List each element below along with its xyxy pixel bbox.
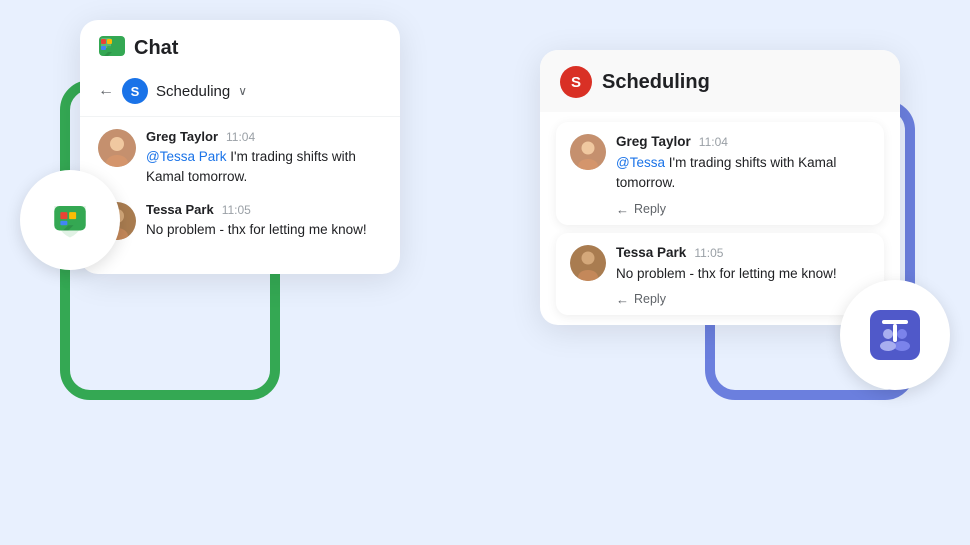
right-msg-1-reply-btn[interactable]: ← Reply bbox=[616, 202, 870, 217]
left-msg-1-mention: @Tessa Park bbox=[146, 149, 226, 164]
right-msg-2-meta: Tessa Park 11:05 bbox=[616, 245, 870, 260]
left-msg-2-content: Tessa Park 11:05 No problem - thx for le… bbox=[146, 202, 367, 240]
left-message-1: Greg Taylor 11:04 @Tessa Park I'm tradin… bbox=[98, 129, 382, 188]
channel-name: Scheduling bbox=[156, 83, 230, 100]
left-msg-1-content: Greg Taylor 11:04 @Tessa Park I'm tradin… bbox=[146, 129, 382, 188]
left-msg-2-text: No problem - thx for letting me know! bbox=[146, 220, 367, 240]
gchat-icon-circle bbox=[20, 170, 120, 270]
right-card-header: S Scheduling bbox=[540, 50, 900, 112]
right-msg-1-meta: Greg Taylor 11:04 bbox=[616, 134, 870, 149]
reply-label-2: Reply bbox=[634, 292, 666, 306]
right-msg-2-time: 11:05 bbox=[694, 246, 723, 260]
left-card-header: Chat bbox=[80, 20, 400, 72]
left-msg-1-meta: Greg Taylor 11:04 bbox=[146, 129, 382, 144]
right-msg-1-text: @Tessa I'm trading shifts with Kamal tom… bbox=[616, 153, 870, 194]
right-msg-1-sender: Greg Taylor bbox=[616, 134, 691, 149]
back-arrow-icon[interactable]: ← bbox=[98, 82, 114, 100]
right-msg-card-2: Tessa Park 11:05 No problem - thx for le… bbox=[556, 233, 884, 315]
right-msg-1-time: 11:04 bbox=[699, 135, 728, 149]
left-msg-1-sender: Greg Taylor bbox=[146, 129, 218, 144]
right-teams-card: S Scheduling Greg Taylor 11:04 bbox=[540, 50, 900, 325]
right-msg-card-1: Greg Taylor 11:04 @Tessa I'm trading shi… bbox=[556, 122, 884, 225]
left-message-2: Tessa Park 11:05 No problem - thx for le… bbox=[98, 202, 382, 240]
left-msg-2-sender: Tessa Park bbox=[146, 202, 214, 217]
left-msg-2-meta: Tessa Park 11:05 bbox=[146, 202, 367, 217]
left-card-title: Chat bbox=[134, 37, 178, 60]
channel-avatar: S bbox=[122, 78, 148, 104]
left-card-subheader: ← S Scheduling ∨ bbox=[80, 72, 400, 117]
reply-icon-2: ← bbox=[616, 292, 629, 307]
right-msg-2-sender: Tessa Park bbox=[616, 245, 686, 260]
right-msg-1-mention: @Tessa bbox=[616, 155, 665, 170]
teams-channel-avatar: S bbox=[560, 66, 592, 98]
right-card-title: Scheduling bbox=[602, 71, 710, 94]
left-chat-card: Chat ← S Scheduling ∨ Greg Taylor 11:04 bbox=[80, 20, 400, 274]
left-msg-1-text: @Tessa Park I'm trading shifts with Kama… bbox=[146, 147, 382, 188]
reply-icon-1: ← bbox=[616, 202, 629, 217]
greg-taylor-avatar bbox=[98, 129, 136, 167]
right-message-area: Greg Taylor 11:04 @Tessa I'm trading shi… bbox=[540, 112, 900, 325]
teams-logo-icon bbox=[866, 306, 924, 364]
left-msg-2-time: 11:05 bbox=[222, 203, 251, 217]
dropdown-icon[interactable]: ∨ bbox=[238, 84, 247, 98]
gchat-small-logo-icon bbox=[98, 34, 126, 62]
right-msg-2-text: No problem - thx for letting me know! bbox=[616, 264, 870, 284]
gchat-logo-icon bbox=[49, 199, 91, 241]
tessa-park-avatar-right bbox=[570, 245, 606, 281]
left-message-area: Greg Taylor 11:04 @Tessa Park I'm tradin… bbox=[80, 117, 400, 240]
teams-icon-circle bbox=[840, 280, 950, 390]
left-msg-1-time: 11:04 bbox=[226, 130, 255, 144]
right-msg-2-reply-btn[interactable]: ← Reply bbox=[616, 292, 870, 307]
reply-label-1: Reply bbox=[634, 202, 666, 216]
greg-taylor-avatar-right bbox=[570, 134, 606, 170]
